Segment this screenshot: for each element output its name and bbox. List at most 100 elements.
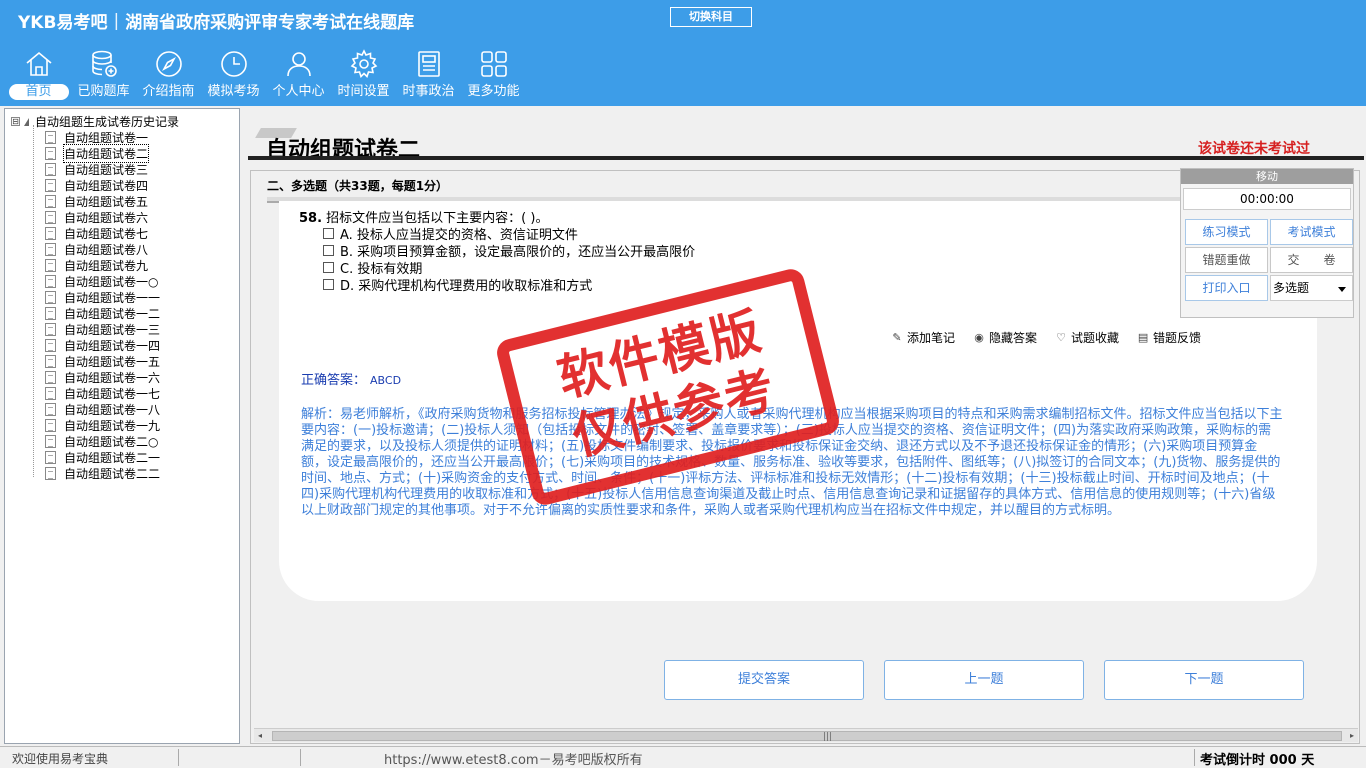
document-icon [45,130,56,144]
tree-item[interactable]: 自动组题试卷七 [45,225,160,241]
grid-icon [480,51,507,77]
scroll-left-arrow[interactable]: ◂ [258,729,262,743]
timer-panel-move-handle[interactable]: 移动 [1181,169,1353,184]
tree-connector-line [33,125,34,477]
tree-root-label: 自动组题生成试卷历史记录 [35,115,180,129]
app-header: YKB易考吧 | 湖南省政府采购评审专家考试在线题库 切换科目 首页 已购题库 … [0,0,1366,106]
feedback-icon: ▤ [1137,330,1149,344]
tree-item[interactable]: 自动组题试卷一二 [45,305,160,321]
option-a-checkbox[interactable] [323,228,334,239]
tree-item[interactable]: 自动组题试卷一五 [45,353,160,369]
nav-affairs-label: 时事政治 [402,84,455,99]
tree-item[interactable]: 自动组题试卷一 [45,129,160,145]
tree-item[interactable]: 自动组题试卷二一 [45,449,160,465]
tree-item-label: 自动组题试卷二 [62,143,150,163]
option-list: A. 投标人应当提交的资格、资信证明文件 B. 采购项目预算金额，设定最高限价的… [323,225,695,294]
status-divider [300,749,301,766]
brand: YKB易考吧 | 湖南省政府采购评审专家考试在线题库 [18,8,414,34]
option-c-checkbox[interactable] [323,262,334,273]
status-welcome: 欢迎使用易考宝典 [12,752,109,766]
tree-item-label: 自动组题试卷一一 [64,290,161,305]
question-type-select[interactable]: 多选题 [1270,275,1353,301]
status-divider [1194,749,1195,766]
clock-icon [220,51,247,77]
document-icon [45,178,56,192]
option-b-checkbox[interactable] [323,245,334,256]
gear-icon [350,49,377,78]
option-d[interactable]: D. 采购代理机构代理费用的收取标准和方式 [323,276,695,294]
tree-item-label: 自动组题试卷四 [64,178,149,193]
tree-item-label: 自动组题试卷五 [64,194,149,209]
horizontal-scrollbar[interactable]: ◂ ||| ▸ [254,728,1358,742]
exam-status-notice: 该试卷还未考试过 [1198,141,1310,157]
option-c[interactable]: C. 投标有效期 [323,259,695,277]
tree-collapse-toggle[interactable]: ⊟ [11,117,20,126]
document-icon [45,370,56,384]
tree-item[interactable]: 自动组题试卷二 [45,143,160,163]
nav-current-affairs[interactable]: 时事政治 [396,48,461,104]
option-b[interactable]: B. 采购项目预算金额，设定最高限价的，还应当公开最高限价 [323,242,695,260]
tree-item[interactable]: 自动组题试卷一九 [45,417,160,433]
tree-item[interactable]: 自动组题试卷一三 [45,321,160,337]
tree-item[interactable]: 自动组题试卷二○ [45,433,160,449]
tree-item[interactable]: 自动组题试卷三 [45,161,160,177]
hide-answer-button[interactable]: ◉ 隐藏答案 [973,329,1037,346]
tree-item[interactable]: 自动组题试卷四 [45,177,160,193]
nav-personal-center[interactable]: 个人中心 [266,48,331,104]
redo-wrong-button[interactable]: 错题重做 [1185,247,1268,273]
scroll-right-arrow[interactable]: ▸ [1350,729,1354,743]
nav-personal-label: 个人中心 [272,84,325,99]
practice-mode-button[interactable]: 练习模式 [1185,219,1268,245]
tree-item[interactable]: 自动组题试卷五 [45,193,160,209]
switch-subject-button[interactable]: 切换科目 [670,7,752,27]
document-icon [45,306,56,320]
nav-purchased-label: 已购题库 [77,84,130,99]
nav-home[interactable]: 首页 [6,48,71,104]
tree-item[interactable]: 自动组题试卷二二 [45,465,160,481]
tree-item[interactable]: 自动组题试卷一六 [45,369,160,385]
add-note-button[interactable]: ✎ 添加笔记 [891,329,955,346]
nav-more[interactable]: 更多功能 [461,48,526,104]
print-entry-button[interactable]: 打印入口 [1185,275,1268,301]
tree-item-label: 自动组题试卷二○ [64,434,159,449]
option-d-checkbox[interactable] [323,279,334,290]
tree-item-label: 自动组题试卷一三 [64,322,161,337]
favorite-question-button[interactable]: ♡ 试题收藏 [1055,329,1119,346]
tree-item[interactable]: 自动组题试卷一○ [45,273,160,289]
next-question-button[interactable]: 下一题 [1104,660,1304,700]
tree-item-label: 自动组题试卷三 [64,162,149,177]
document-icon [45,242,56,256]
nav-time-settings[interactable]: 时间设置 [331,48,396,104]
tree-root[interactable]: ⊟ 自动组题生成试卷历史记录 [11,113,179,130]
timer-panel: 移动 00:00:00 练习模式 考试模式 错题重做 交 卷 打印入口 多选题 [1180,168,1354,318]
status-bar: 欢迎使用易考宝典 https://www.etest8.com－易考吧版权所有 … [0,746,1366,768]
submit-answer-button[interactable]: 提交答案 [664,660,864,700]
tree-item-label: 自动组题试卷一二 [64,306,161,321]
exam-mode-button[interactable]: 考试模式 [1270,219,1353,245]
scrollbar-thumb[interactable]: ||| [272,731,1342,742]
option-d-label: D. 采购代理机构代理费用的收取标准和方式 [340,279,593,294]
tree-item[interactable]: 自动组题试卷一七 [45,385,160,401]
tree-item[interactable]: 自动组题试卷九 [45,257,160,273]
nav-guide-label: 介绍指南 [142,84,195,99]
option-a[interactable]: A. 投标人应当提交的资格、资信证明文件 [323,225,695,243]
correct-answer: 正确答案： ABCD [301,369,401,388]
hide-answer-label: 隐藏答案 [989,331,1038,345]
document-icon [45,226,56,240]
tree-item[interactable]: 自动组题试卷一四 [45,337,160,353]
tree-item-label: 自动组题试卷一七 [64,386,161,401]
tree-item[interactable]: 自动组题试卷六 [45,209,160,225]
tree-item[interactable]: 自动组题试卷一八 [45,401,160,417]
nav-purchased-banks[interactable]: 已购题库 [71,48,136,104]
document-icon [45,274,56,288]
nav-guide[interactable]: 介绍指南 [136,48,201,104]
submit-paper-button[interactable]: 交 卷 [1270,247,1353,273]
tree-item[interactable]: 自动组题试卷八 [45,241,160,257]
nav-mock-exam[interactable]: 模拟考场 [201,48,266,104]
tree-item-label: 自动组题试卷九 [64,258,149,273]
tree-item-label: 自动组题试卷七 [64,226,149,241]
error-feedback-button[interactable]: ▤ 错题反馈 [1137,329,1201,346]
tree-item-label: 自动组题试卷一○ [64,274,159,289]
tree-item[interactable]: 自动组题试卷一一 [45,289,160,305]
previous-question-button[interactable]: 上一题 [884,660,1084,700]
